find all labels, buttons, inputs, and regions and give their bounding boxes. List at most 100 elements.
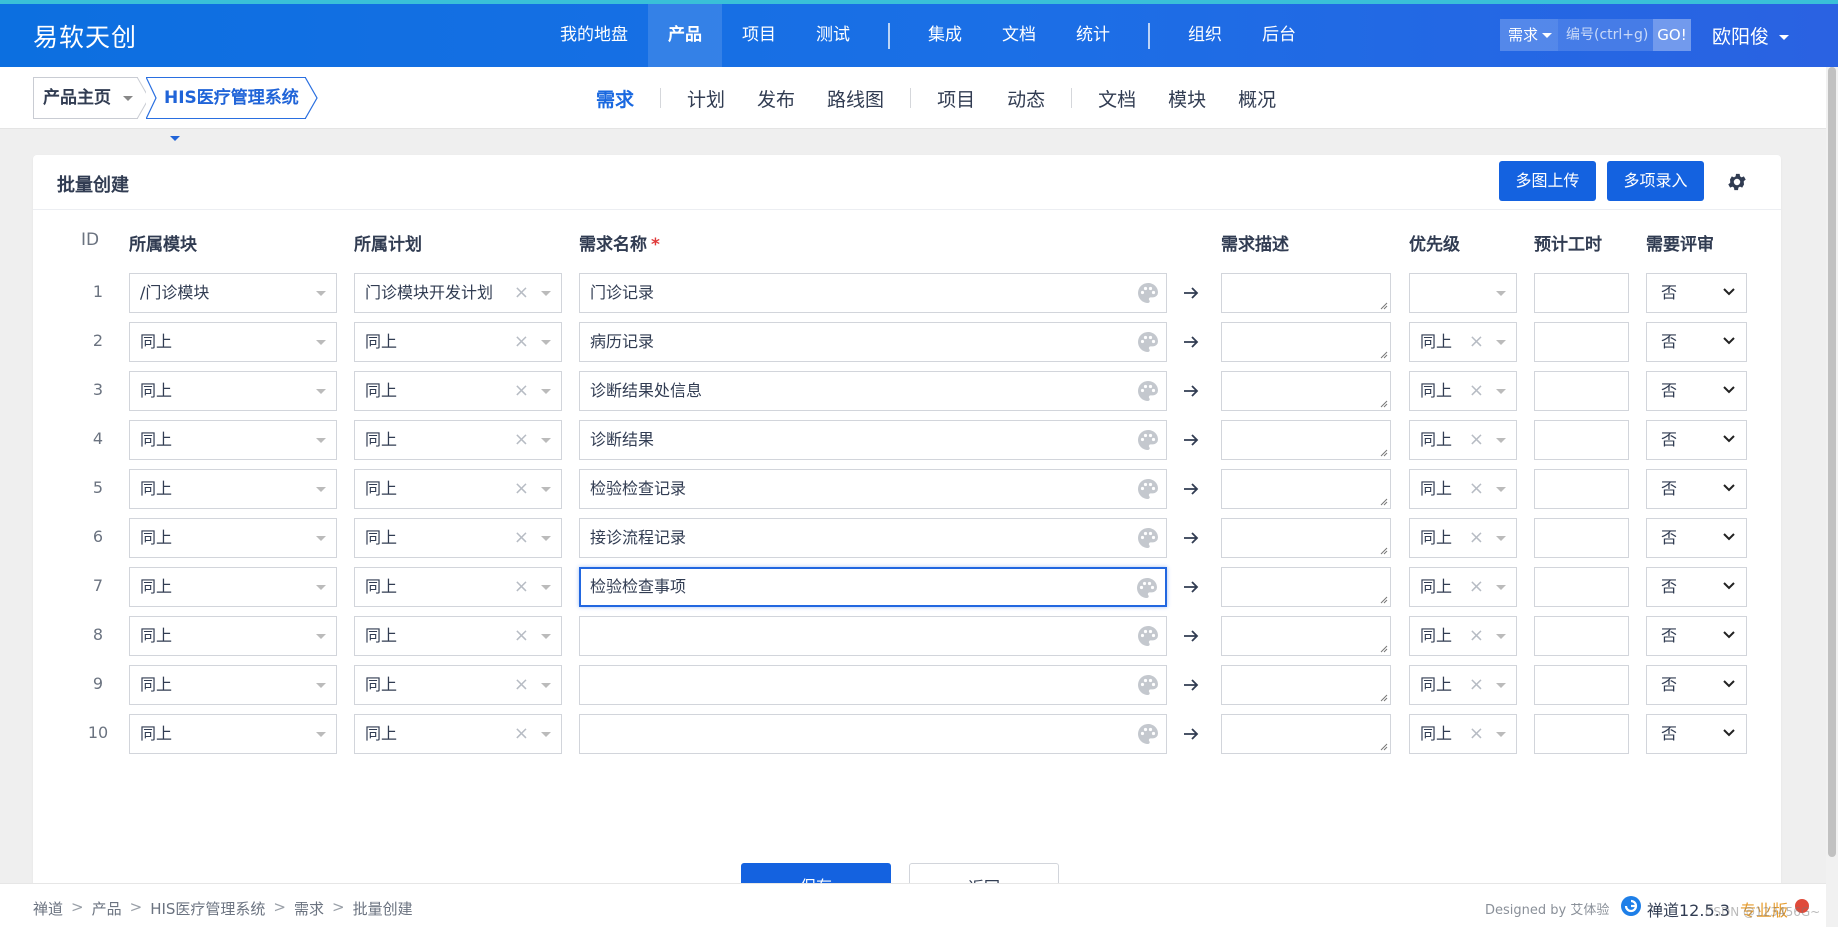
nav-item-company[interactable]: 组织 (1168, 4, 1242, 67)
palette-icon[interactable] (1136, 526, 1160, 550)
plan-select[interactable]: 同上 × (354, 665, 562, 705)
story-name-input[interactable] (579, 665, 1167, 705)
clear-icon[interactable]: × (514, 421, 529, 459)
resize-handle-icon[interactable] (1379, 497, 1388, 506)
multi-entry-button[interactable]: 多项录入 (1607, 161, 1704, 201)
need-review-select[interactable]: 否 (1646, 518, 1747, 558)
arrow-right-icon[interactable] (1181, 283, 1201, 303)
nav-item-admin[interactable]: 后台 (1242, 4, 1316, 67)
footer-crumb[interactable]: 禅道 (33, 898, 63, 919)
tab-plan[interactable]: 计划 (671, 85, 741, 112)
need-review-select[interactable]: 否 (1646, 567, 1747, 607)
nav-item-test[interactable]: 测试 (796, 4, 870, 67)
estimate-hours-input[interactable] (1534, 371, 1629, 411)
module-select[interactable]: /门诊模块 (129, 273, 337, 313)
priority-select[interactable]: 同上 × (1409, 616, 1517, 656)
plan-select[interactable]: 同上 × (354, 714, 562, 754)
estimate-hours-input[interactable] (1534, 616, 1629, 656)
estimate-hours-input[interactable] (1534, 469, 1629, 509)
clear-icon[interactable]: × (514, 715, 529, 753)
clear-icon[interactable]: × (1469, 519, 1484, 557)
clear-icon[interactable]: × (1469, 323, 1484, 361)
priority-select[interactable]: 同上 × (1409, 714, 1517, 754)
page-scrollbar[interactable] (1826, 67, 1838, 927)
scrollbar-thumb[interactable] (1828, 67, 1836, 857)
resize-handle-icon[interactable] (1379, 693, 1388, 702)
story-desc-textarea[interactable] (1221, 665, 1391, 705)
arrow-right-icon[interactable] (1181, 332, 1201, 352)
module-select[interactable]: 同上 (129, 616, 337, 656)
tab-roadmap[interactable]: 路线图 (811, 85, 900, 112)
resize-handle-icon[interactable] (1379, 399, 1388, 408)
story-name-input[interactable]: 诊断结果处信息 (579, 371, 1167, 411)
clear-icon[interactable]: × (514, 666, 529, 704)
arrow-right-icon[interactable] (1181, 577, 1201, 597)
arrow-right-icon[interactable] (1181, 430, 1201, 450)
nav-item-product[interactable]: 产品 (648, 4, 722, 67)
clear-icon[interactable]: × (1469, 617, 1484, 655)
plan-select[interactable]: 同上 × (354, 616, 562, 656)
arrow-right-icon[interactable] (1181, 528, 1201, 548)
module-select[interactable]: 同上 (129, 714, 337, 754)
story-name-input[interactable] (579, 714, 1167, 754)
resize-handle-icon[interactable] (1379, 350, 1388, 359)
clear-icon[interactable]: × (514, 274, 529, 312)
estimate-hours-input[interactable] (1534, 714, 1629, 754)
priority-select[interactable]: 同上 × (1409, 420, 1517, 460)
story-desc-textarea[interactable] (1221, 322, 1391, 362)
module-select[interactable]: 同上 (129, 518, 337, 558)
plan-select[interactable]: 同上 × (354, 567, 562, 607)
story-desc-textarea[interactable] (1221, 567, 1391, 607)
estimate-hours-input[interactable] (1534, 567, 1629, 607)
priority-select[interactable]: 同上 × (1409, 371, 1517, 411)
palette-icon[interactable] (1136, 281, 1160, 305)
estimate-hours-input[interactable] (1534, 420, 1629, 460)
story-desc-textarea[interactable] (1221, 616, 1391, 656)
nav-item-project[interactable]: 项目 (722, 4, 796, 67)
plan-select[interactable]: 同上 × (354, 371, 562, 411)
clear-icon[interactable]: × (1469, 715, 1484, 753)
need-review-select[interactable]: 否 (1646, 371, 1747, 411)
arrow-right-icon[interactable] (1181, 675, 1201, 695)
clear-icon[interactable]: × (1469, 666, 1484, 704)
need-review-select[interactable]: 否 (1646, 420, 1747, 460)
clear-icon[interactable]: × (514, 372, 529, 410)
footer-crumb[interactable]: HIS医疗管理系统 (150, 898, 265, 919)
tab-dynamic[interactable]: 动态 (991, 85, 1061, 112)
multi-image-upload-button[interactable]: 多图上传 (1499, 161, 1596, 201)
arrow-right-icon[interactable] (1181, 626, 1201, 646)
plan-select[interactable]: 同上 × (354, 322, 562, 362)
clear-icon[interactable]: × (1469, 421, 1484, 459)
clear-icon[interactable]: × (1469, 372, 1484, 410)
nav-item-doc[interactable]: 文档 (982, 4, 1056, 67)
clear-icon[interactable]: × (514, 470, 529, 508)
story-name-input[interactable]: 检验检查事项 (579, 567, 1167, 607)
arrow-right-icon[interactable] (1181, 724, 1201, 744)
clear-icon[interactable]: × (514, 323, 529, 361)
story-name-input[interactable]: 门诊记录 (579, 273, 1167, 313)
tab-story[interactable]: 需求 (580, 85, 650, 112)
gear-icon[interactable] (1726, 171, 1748, 193)
footer-crumb[interactable]: 需求 (294, 898, 324, 919)
story-name-input[interactable]: 病历记录 (579, 322, 1167, 362)
palette-icon[interactable] (1136, 379, 1160, 403)
plan-select[interactable]: 同上 × (354, 420, 562, 460)
priority-select[interactable]: 同上 × (1409, 665, 1517, 705)
story-desc-textarea[interactable] (1221, 714, 1391, 754)
story-desc-textarea[interactable] (1221, 469, 1391, 509)
tab-overview[interactable]: 概况 (1222, 85, 1292, 112)
tab-module[interactable]: 模块 (1152, 85, 1222, 112)
palette-icon[interactable] (1135, 576, 1159, 600)
resize-handle-icon[interactable] (1379, 595, 1388, 604)
story-desc-textarea[interactable] (1221, 273, 1391, 313)
search-type-select[interactable]: 需求 (1500, 19, 1558, 51)
need-review-select[interactable]: 否 (1646, 714, 1747, 754)
module-select[interactable]: 同上 (129, 665, 337, 705)
estimate-hours-input[interactable] (1534, 518, 1629, 558)
estimate-hours-input[interactable] (1534, 665, 1629, 705)
tab-project[interactable]: 项目 (921, 85, 991, 112)
estimate-hours-input[interactable] (1534, 322, 1629, 362)
clear-icon[interactable]: × (1469, 568, 1484, 606)
tab-release[interactable]: 发布 (741, 85, 811, 112)
priority-select[interactable]: 同上 × (1409, 322, 1517, 362)
